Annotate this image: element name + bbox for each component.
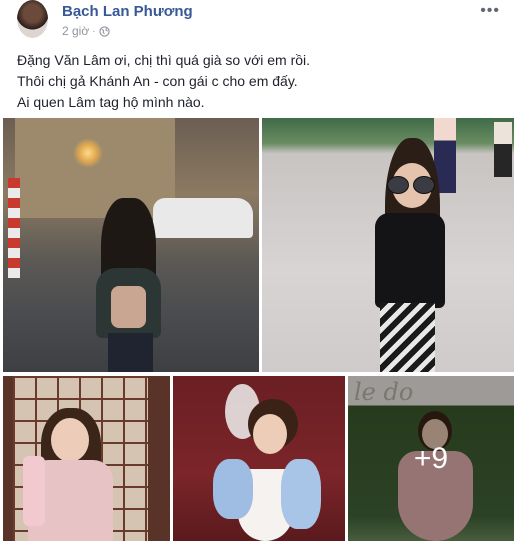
striped-pole <box>8 178 20 278</box>
post-header: Bạch Lan Phương 2 giờ · ••• <box>0 0 516 44</box>
photo-sidewalk[interactable] <box>262 118 514 372</box>
globe-icon[interactable] <box>98 25 110 37</box>
post-time[interactable]: 2 giờ <box>62 24 89 38</box>
photo-street-night[interactable] <box>3 118 259 372</box>
white-car <box>153 198 253 238</box>
message-line: Ai quen Lâm tag hộ mình nào. <box>17 94 205 110</box>
girl-figure <box>96 198 166 372</box>
photo-blue-fur[interactable] <box>173 376 345 541</box>
street-light <box>73 138 103 168</box>
post-meta: 2 giờ · <box>62 24 110 38</box>
girl-figure <box>213 384 321 541</box>
photo-more[interactable]: le do +9 <box>348 376 514 541</box>
post-message: Đặng Văn Lâm ơi, chị thì quá già so với … <box>17 50 497 113</box>
author-avatar[interactable] <box>17 0 48 38</box>
message-line: Thôi chị gả Khánh An - con gái c cho em … <box>17 73 298 89</box>
more-photos-overlay[interactable]: +9 <box>348 376 514 541</box>
girl-figure <box>23 408 118 541</box>
message-line: Đặng Văn Lâm ơi, chị thì quá già so với … <box>17 52 311 68</box>
girl-figure <box>370 128 460 372</box>
more-photos-count: +9 <box>413 441 449 475</box>
separator-dot: · <box>92 25 96 37</box>
background-walker <box>494 122 512 177</box>
author-name[interactable]: Bạch Lan Phương <box>62 3 193 20</box>
photo-pink-dress[interactable] <box>3 376 170 541</box>
more-options-icon[interactable]: ••• <box>480 2 500 20</box>
